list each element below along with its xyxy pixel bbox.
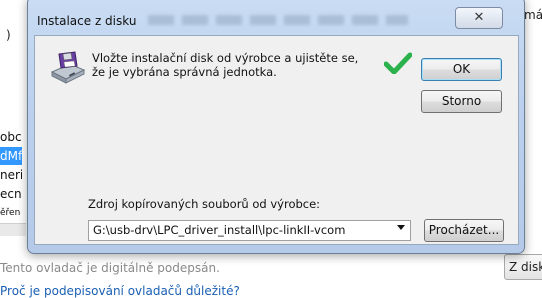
dialog-titlebar[interactable]: Instalace z disku ✕	[28, 0, 524, 35]
list-item[interactable]: ecn	[0, 185, 22, 203]
list-item-selected[interactable]: dMf	[0, 147, 22, 165]
blurred-title-background	[148, 15, 408, 25]
dialog-title: Instalace z disku	[37, 14, 137, 28]
close-button[interactable]: ✕	[455, 7, 503, 29]
driver-signing-link[interactable]: Proč je podepisování ovladačů důležité?	[0, 284, 240, 298]
horizontal-scrollbar[interactable]	[0, 223, 26, 236]
have-disk-button[interactable]: Z disk	[504, 254, 542, 280]
insert-disk-message: Vložte instalační disk od výrobce a ujis…	[92, 51, 359, 79]
background-paren: )	[6, 28, 11, 42]
source-path-combobox[interactable]: G:\usb-drv\LPC_driver_install\lpc-linkII…	[88, 220, 411, 241]
checkmark-icon	[384, 52, 412, 74]
close-icon: ✕	[473, 10, 485, 25]
browse-button[interactable]: Procházet...	[424, 219, 504, 242]
list-item[interactable]: neric	[0, 166, 22, 184]
source-path-label: Zdroj kopírovaných souborů od výrobce:	[88, 197, 321, 211]
install-from-disk-dialog: Instalace z disku ✕ Vložte instalační di…	[27, 0, 525, 254]
ok-button[interactable]: OK	[421, 58, 502, 81]
list-item[interactable]: ěřen	[0, 204, 22, 222]
list-item[interactable]: obce	[0, 128, 22, 146]
dropdown-arrow-icon[interactable]	[397, 225, 405, 230]
cancel-button[interactable]: Storno	[421, 90, 502, 113]
dialog-content: Vložte instalační disk od výrobce a ujis…	[34, 35, 519, 245]
signed-status-text: Tento ovladač je digitálně podepsán.	[0, 261, 220, 275]
background-text-fragment: má	[524, 8, 542, 22]
source-path-value[interactable]: G:\usb-drv\LPC_driver_install\lpc-linkII…	[93, 223, 345, 237]
floppy-drive-icon	[50, 51, 86, 84]
